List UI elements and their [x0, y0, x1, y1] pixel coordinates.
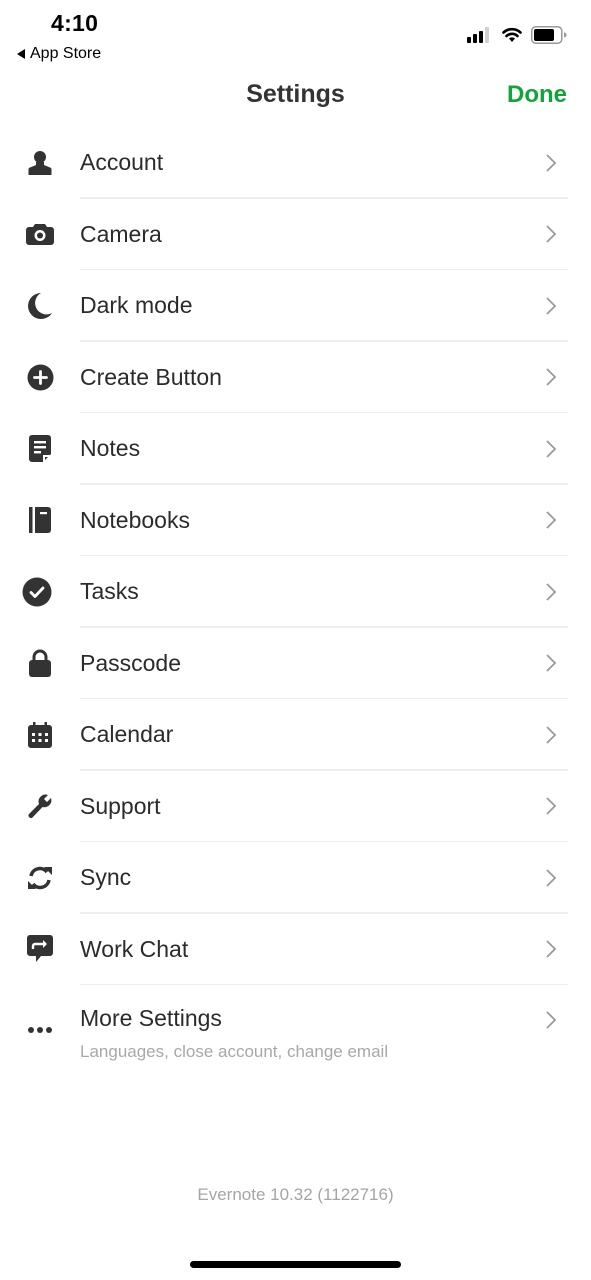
- settings-item-label: Work Chat: [80, 935, 189, 962]
- status-time: 4:10: [51, 10, 99, 36]
- settings-item-label: Notes: [80, 435, 141, 462]
- work-chat-icon: [23, 932, 57, 966]
- settings-item-support[interactable]: Support: [0, 771, 591, 842]
- settings-item-account[interactable]: Account: [0, 127, 591, 199]
- chevron-right-icon: [546, 368, 557, 386]
- back-app-label: App Store: [30, 45, 102, 62]
- settings-item-dark-mode[interactable]: Dark mode: [0, 270, 591, 342]
- lock-icon: [23, 646, 57, 680]
- chevron-right-icon: [546, 297, 557, 315]
- settings-item-notebooks[interactable]: Notebooks: [0, 485, 591, 556]
- chevron-right-icon: [546, 940, 557, 958]
- settings-item-sync[interactable]: Sync: [0, 842, 591, 914]
- settings-item-label: Create Button: [80, 363, 222, 390]
- chevron-right-icon: [546, 869, 557, 887]
- settings-item-label: Sync: [80, 864, 132, 891]
- moon-icon: [23, 289, 57, 323]
- back-triangle-icon: [17, 49, 25, 59]
- done-button[interactable]: Done: [507, 81, 567, 109]
- cellular-signal-icon: [467, 27, 489, 43]
- chevron-right-icon: [546, 583, 557, 601]
- wifi-icon: [502, 27, 522, 42]
- sync-icon: [23, 861, 57, 895]
- settings-item-calendar[interactable]: Calendar: [0, 699, 591, 771]
- calendar-icon: [23, 718, 57, 752]
- notebook-icon: [23, 503, 57, 537]
- home-indicator[interactable]: [190, 1261, 401, 1268]
- settings-item-camera[interactable]: Camera: [0, 199, 591, 270]
- chevron-right-icon: [546, 1011, 557, 1029]
- wrench-icon: [23, 789, 57, 823]
- navigation-bar: Settings Done: [0, 72, 591, 118]
- settings-item-label: Passcode: [80, 649, 182, 676]
- settings-item-more-settings[interactable]: More Settings Languages, close account, …: [0, 985, 591, 1070]
- battery-icon: [531, 26, 567, 44]
- chevron-right-icon: [546, 511, 557, 529]
- check-circle-icon: [20, 575, 54, 609]
- settings-item-label: Calendar: [80, 721, 174, 748]
- settings-item-label: More Settings: [80, 1005, 222, 1031]
- settings-item-work-chat[interactable]: Work Chat: [0, 914, 591, 985]
- note-icon: [23, 432, 57, 466]
- chevron-right-icon: [546, 726, 557, 744]
- settings-item-label: Notebooks: [80, 506, 190, 533]
- page-title: Settings: [246, 80, 345, 108]
- more-dots-icon: [23, 1013, 57, 1047]
- status-bar: 4:10 App Store: [0, 0, 591, 70]
- settings-item-label: Account: [80, 149, 164, 176]
- settings-item-subtitle: Languages, close account, change email: [80, 1042, 389, 1061]
- settings-item-label: Support: [80, 792, 161, 819]
- plus-circle-icon: [23, 360, 57, 394]
- back-to-app-store-link[interactable]: App Store: [17, 45, 101, 63]
- chevron-right-icon: [546, 154, 557, 172]
- settings-item-label: Tasks: [80, 578, 139, 605]
- settings-item-create-button[interactable]: Create Button: [0, 342, 591, 413]
- status-icons: [467, 26, 567, 44]
- settings-list: Account Camera Dark mode Create Button N…: [0, 127, 591, 1070]
- app-version: Evernote 10.32 (1122716): [197, 1185, 394, 1204]
- chevron-right-icon: [546, 440, 557, 458]
- settings-item-notes[interactable]: Notes: [0, 413, 591, 485]
- chevron-right-icon: [546, 654, 557, 672]
- settings-item-label: Camera: [80, 220, 162, 247]
- person-icon: [23, 146, 57, 180]
- chevron-right-icon: [546, 225, 557, 243]
- chevron-right-icon: [546, 797, 557, 815]
- camera-icon: [23, 217, 57, 251]
- settings-item-label: Dark mode: [80, 292, 193, 319]
- settings-item-passcode[interactable]: Passcode: [0, 628, 591, 699]
- settings-item-tasks[interactable]: Tasks: [0, 556, 591, 628]
